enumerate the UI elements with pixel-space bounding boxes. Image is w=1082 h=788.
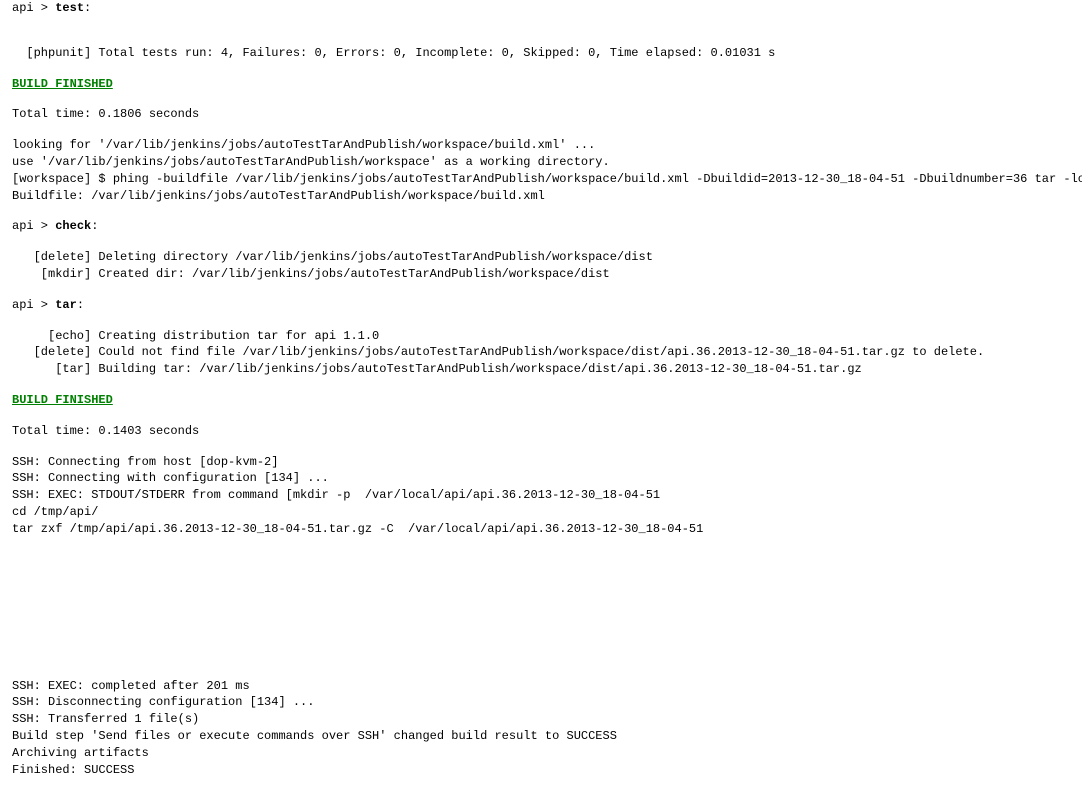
console-line: [mkdir] Created dir: /var/lib/jenkins/jo…	[12, 266, 1072, 283]
console-text: tar zxf /tmp/api/api.36.2013-12-30_18-04…	[12, 522, 703, 536]
console-line: [phpunit] Total tests run: 4, Failures: …	[12, 45, 1072, 62]
console-blank-line	[12, 409, 1072, 423]
console-gap	[12, 538, 1072, 678]
console-line: tar zxf /tmp/api/api.36.2013-12-30_18-04…	[12, 521, 1072, 538]
console-text: :	[84, 1, 91, 15]
console-line: cd /tmp/api/	[12, 504, 1072, 521]
console-line: [tar] Building tar: /var/lib/jenkins/job…	[12, 361, 1072, 378]
console-text: [echo] Creating distribution tar for api…	[12, 329, 379, 343]
console-line: SSH: Connecting with configuration [134]…	[12, 470, 1072, 487]
console-text: Archiving artifacts	[12, 746, 149, 760]
target-name: test	[55, 1, 84, 15]
console-line: BUILD FINISHED	[12, 76, 1072, 93]
console-line: Buildfile: /var/lib/jenkins/jobs/autoTes…	[12, 188, 1072, 205]
console-text: SSH: Connecting with configuration [134]…	[12, 471, 329, 485]
console-blank-line	[12, 62, 1072, 76]
console-blank-line	[12, 92, 1072, 106]
console-line: Total time: 0.1403 seconds	[12, 423, 1072, 440]
console-text: cd /tmp/api/	[12, 505, 98, 519]
console-text: [delete] Could not find file /var/lib/je…	[12, 345, 984, 359]
console-text: use '/var/lib/jenkins/jobs/autoTestTarAn…	[12, 155, 610, 169]
console-blank-line	[12, 31, 1072, 45]
console-text: Total time: 0.1806 seconds	[12, 107, 199, 121]
console-text: :	[91, 219, 98, 233]
console-text: SSH: Transferred 1 file(s)	[12, 712, 199, 726]
console-text: Finished: SUCCESS	[12, 763, 134, 777]
console-line: [echo] Creating distribution tar for api…	[12, 328, 1072, 345]
console-text: SSH: Disconnecting configuration [134] .…	[12, 695, 314, 709]
console-line: SSH: Connecting from host [dop-kvm-2]	[12, 454, 1072, 471]
console-line: BUILD FINISHED	[12, 392, 1072, 409]
console-line: [workspace] $ phing -buildfile /var/lib/…	[12, 171, 1072, 188]
console-line: use '/var/lib/jenkins/jobs/autoTestTarAn…	[12, 154, 1072, 171]
target-name: tar	[55, 298, 77, 312]
console-blank-line	[12, 440, 1072, 454]
console-line: [delete] Could not find file /var/lib/je…	[12, 344, 1072, 361]
console-line: Archiving artifacts	[12, 745, 1072, 762]
console-blank-line	[12, 235, 1072, 249]
console-line: SSH: EXEC: STDOUT/STDERR from command [m…	[12, 487, 1072, 504]
console-line: looking for '/var/lib/jenkins/jobs/autoT…	[12, 137, 1072, 154]
console-text: looking for '/var/lib/jenkins/jobs/autoT…	[12, 138, 595, 152]
console-line: SSH: Disconnecting configuration [134] .…	[12, 694, 1072, 711]
console-text: [delete] Deleting directory /var/lib/jen…	[12, 250, 653, 264]
console-line: SSH: Transferred 1 file(s)	[12, 711, 1072, 728]
console-line: [delete] Deleting directory /var/lib/jen…	[12, 249, 1072, 266]
console-text: Buildfile: /var/lib/jenkins/jobs/autoTes…	[12, 189, 545, 203]
console-blank-line	[12, 283, 1072, 297]
console-text: SSH: Connecting from host [dop-kvm-2]	[12, 455, 278, 469]
console-line: SSH: EXEC: completed after 201 ms	[12, 678, 1072, 695]
console-line: Finished: SUCCESS	[12, 762, 1072, 779]
console-line: api > check:	[12, 218, 1072, 235]
console-blank-line	[12, 17, 1072, 31]
console-blank-line	[12, 204, 1072, 218]
console-text: :	[77, 298, 84, 312]
console-text: [mkdir] Created dir: /var/lib/jenkins/jo…	[12, 267, 610, 281]
console-line: Total time: 0.1806 seconds	[12, 106, 1072, 123]
console-text: Total time: 0.1403 seconds	[12, 424, 199, 438]
console-blank-line	[12, 123, 1072, 137]
console-text: Build step 'Send files or execute comman…	[12, 729, 617, 743]
console-line: api > tar:	[12, 297, 1072, 314]
console-text: [workspace] $ phing -buildfile /var/lib/…	[12, 172, 1082, 186]
console-output: api > test: [phpunit] Total tests run: 4…	[0, 0, 1082, 788]
target-name: check	[55, 219, 91, 233]
console-line: Build step 'Send files or execute comman…	[12, 728, 1072, 745]
console-text: api >	[12, 1, 55, 15]
console-text: [tar] Building tar: /var/lib/jenkins/job…	[12, 362, 862, 376]
build-finished-label[interactable]: BUILD FINISHED	[12, 393, 113, 407]
build-finished-label[interactable]: BUILD FINISHED	[12, 77, 113, 91]
console-text: [phpunit] Total tests run: 4, Failures: …	[12, 46, 775, 60]
console-text: api >	[12, 298, 55, 312]
console-text: api >	[12, 219, 55, 233]
console-blank-line	[12, 378, 1072, 392]
console-line: api > test:	[12, 0, 1072, 17]
console-text: SSH: EXEC: completed after 201 ms	[12, 679, 250, 693]
console-blank-line	[12, 314, 1072, 328]
console-text: SSH: EXEC: STDOUT/STDERR from command [m…	[12, 488, 660, 502]
